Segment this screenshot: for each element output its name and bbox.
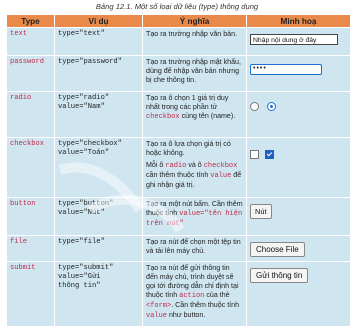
checkbox-group-demo (250, 150, 347, 159)
example-cell: type="submit" value="Gửi thông tin" (54, 261, 143, 327)
example-line: value="Nút" (58, 209, 105, 217)
meaning-part: Tạo ra ô chọn 1 giá trị duy nhất trong c… (146, 94, 229, 111)
example-line: type="radio" (58, 94, 110, 102)
header-example: Ví dụ (54, 14, 143, 28)
meaning-part: và ô (186, 161, 204, 169)
example-line: value="Gửi (58, 273, 101, 281)
illustration-cell: Gửi thông tin (246, 261, 351, 327)
example-cell: type="button" value="Nút" (54, 197, 143, 236)
meaning-text: Tạo ra nút để gửi thông tin đến máy chủ,… (146, 264, 243, 321)
type-cell: file (6, 235, 55, 262)
type-cell: submit (6, 261, 55, 327)
table-row: button type="button" value="Nút" Tạo ra … (6, 197, 351, 236)
meaning-cell: Tạo ra một nút bấm. Cần thêm thuộc tính … (142, 197, 247, 236)
meaning-cell: Tạo ra nút để chọn một tệp tin và tải lê… (142, 235, 247, 262)
illustration-cell: Choose File (246, 235, 351, 262)
meaning-part: Mỗi ô (146, 161, 166, 169)
meaning-cell: Tạo ra trường nhập văn bản. (142, 27, 247, 56)
radio-unselected[interactable] (250, 102, 259, 111)
table-row: radio type="radio" value="Nam" Tạo ra ô … (6, 91, 351, 138)
type-cell: radio (6, 91, 55, 138)
submit-button-demo[interactable]: Gửi thông tin (250, 268, 309, 283)
meaning-part: cùng tên (name). (179, 112, 236, 120)
meaning-text: Tạo ra ô chọn 1 giá trị duy nhất trong c… (146, 94, 243, 122)
type-cell: password (6, 55, 55, 92)
illustration-cell: Nhập nội dung ở đây (246, 27, 351, 56)
meaning-cell: Tạo ra ô chọn 1 giá trị duy nhất trong c… (142, 91, 247, 138)
type-cell: checkbox (6, 137, 55, 198)
meaning-cell: Tạo ra ô lựa chọn giá trị có hoặc không.… (142, 137, 247, 198)
meaning-keyword: radio (165, 162, 187, 170)
example-cell: type="file" (54, 235, 143, 262)
input-types-table: Type Ví dụ Ý nghĩa Minh hoạ text type="t… (6, 14, 351, 327)
meaning-keyword: checkbox (203, 162, 238, 170)
illustration-cell (246, 91, 351, 138)
example-line: thông tin" (58, 282, 101, 290)
checkbox-checked[interactable] (265, 150, 274, 159)
illustration-cell: Nút (246, 197, 351, 236)
button-demo[interactable]: Nút (250, 204, 272, 219)
header-row: Type Ví dụ Ý nghĩa Minh hoạ (6, 14, 351, 28)
meaning-keyword: value (146, 312, 168, 320)
table-caption: Bảng 12.1. Một số loại dữ liệu (type) th… (95, 2, 259, 11)
example-line: type="button" (58, 200, 114, 208)
meaning-cell: Tạo ra trường nhập mật khẩu, dùng để nhậ… (142, 55, 247, 92)
radio-group-demo (250, 102, 347, 111)
table-row: password type="password" Tạo ra trường n… (6, 55, 351, 92)
meaning-text: Tạo ra nút để chọn một tệp tin và tải lê… (146, 238, 241, 255)
meaning-text: Tạo ra trường nhập mật khẩu, dùng để nhậ… (146, 58, 241, 84)
meaning-keyword: <form> (146, 302, 172, 310)
example-line: type="password" (58, 58, 122, 66)
choose-file-button[interactable]: Choose File (250, 242, 305, 257)
meaning-keyword: action (179, 292, 205, 300)
meaning-part: cần thêm thuộc tính (146, 171, 211, 179)
text-input-demo[interactable]: Nhập nội dung ở đây (250, 34, 338, 45)
illustration-cell (246, 137, 351, 198)
meaning-text: Tạo ra trường nhập văn bản. (146, 30, 238, 38)
meaning-part: như button. (167, 311, 206, 319)
table-row: submit type="submit" value="Gửi thông ti… (6, 261, 351, 327)
example-line: type="submit" (58, 264, 114, 272)
password-input-demo[interactable]: •••• (250, 64, 322, 75)
illustration-cell: •••• (246, 55, 351, 92)
header-illustration: Minh hoạ (246, 14, 351, 28)
example-cell: type="text" (54, 27, 143, 56)
checkbox-unchecked[interactable] (250, 150, 259, 159)
type-cell: button (6, 197, 55, 236)
meaning-keyword: value (210, 172, 232, 180)
example-line: type="file" (58, 238, 105, 246)
radio-selected[interactable] (267, 102, 276, 111)
example-cell: type="password" (54, 55, 143, 92)
table-row: file type="file" Tạo ra nút để chọn một … (6, 235, 351, 262)
meaning-text: Mỗi ô radio và ô checkbox cần thêm thuộc… (146, 161, 243, 190)
example-cell: type="radio" value="Nam" (54, 91, 143, 138)
type-cell: text (6, 27, 55, 56)
example-line: type="text" (58, 30, 105, 38)
meaning-part: . Cần thêm thuộc tính (171, 301, 240, 309)
header-type: Type (6, 14, 55, 28)
example-line: value="Toán" (58, 149, 110, 157)
header-meaning: Ý nghĩa (142, 14, 247, 28)
table-row: checkbox type="checkbox" value="Toán" Tạ… (6, 137, 351, 198)
table-row: text type="text" Tạo ra trường nhập văn … (6, 27, 351, 56)
example-cell: type="checkbox" value="Toán" (54, 137, 143, 198)
example-line: value="Nam" (58, 103, 105, 111)
example-line: type="checkbox" (58, 140, 122, 148)
meaning-text: Tạo ra ô lựa chọn giá trị có hoặc không. (146, 140, 231, 157)
meaning-keyword: checkbox (146, 113, 180, 121)
meaning-cell: Tạo ra nút để gửi thông tin đến máy chủ,… (142, 261, 247, 327)
meaning-text: Tạo ra một nút bấm. Cần thêm thuộc tính … (146, 200, 243, 229)
meaning-part: của thẻ (204, 291, 230, 299)
